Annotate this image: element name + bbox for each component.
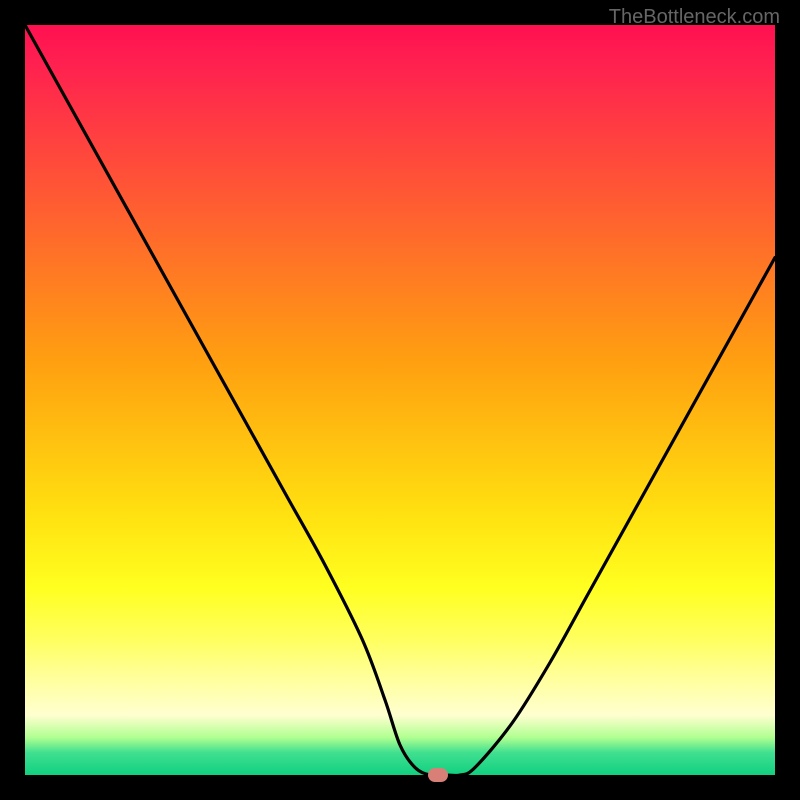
chart-curve-svg	[25, 25, 775, 775]
bottleneck-curve-line	[25, 25, 775, 775]
watermark-text: TheBottleneck.com	[609, 6, 780, 29]
optimal-point-marker	[428, 768, 448, 782]
chart-plot-area	[25, 25, 775, 775]
